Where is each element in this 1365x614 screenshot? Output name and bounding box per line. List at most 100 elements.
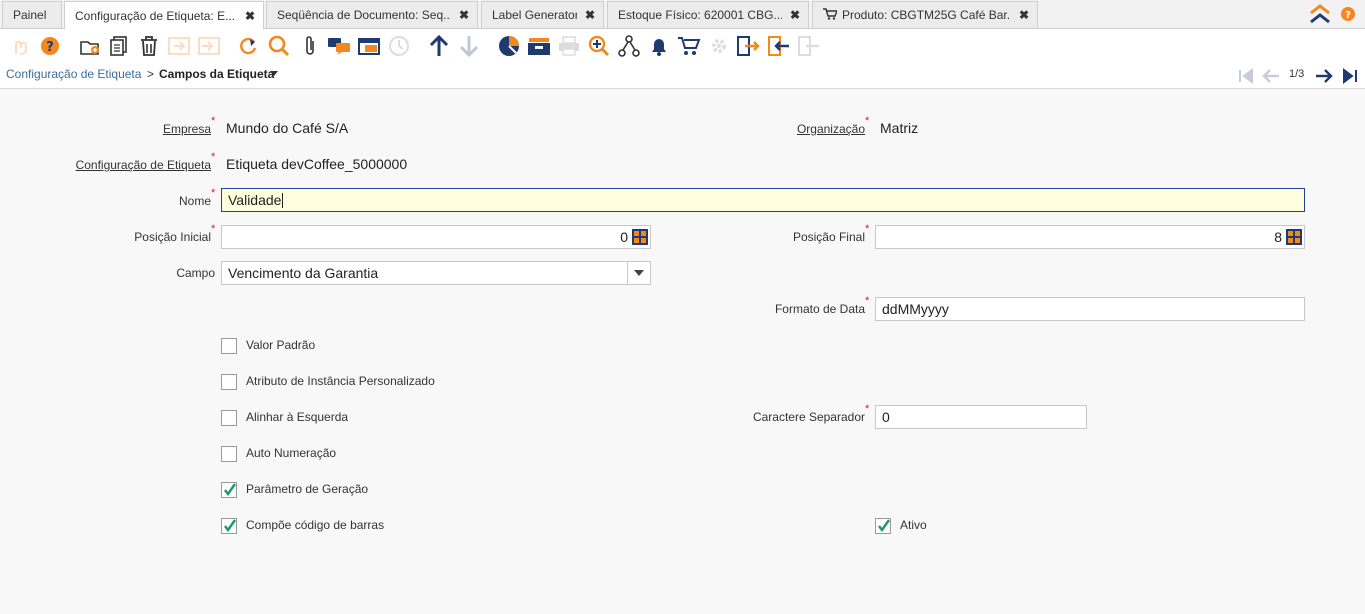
organizacao-label: Organização (796, 122, 865, 136)
valor-padrao-checkbox[interactable] (221, 338, 237, 354)
import-icon[interactable] (767, 34, 791, 58)
close-icon[interactable]: ✖ (459, 8, 469, 22)
required-marker: * (211, 187, 216, 199)
chevron-down-icon (634, 270, 644, 276)
first-record-icon[interactable] (1236, 66, 1256, 86)
svg-text:?: ? (1345, 10, 1351, 21)
help-icon[interactable]: ? (1341, 7, 1355, 24)
posicao-inicial-input[interactable]: 0 (221, 225, 651, 249)
posicao-inicial-input-text: 0 (620, 229, 628, 245)
parent-record-icon[interactable] (427, 34, 451, 58)
report-icon[interactable] (497, 34, 521, 58)
parametro-geracao-label: Parâmetro de Geração (246, 482, 369, 496)
empresa-value: Mundo do Café S/A (226, 120, 349, 136)
tab-label: Seqüência de Documento: Seq... (277, 8, 451, 22)
save-icon[interactable] (167, 34, 191, 58)
product-info-icon[interactable] (677, 34, 701, 58)
organizacao-value: Matriz (880, 120, 919, 136)
calculator-icon[interactable] (1286, 229, 1302, 245)
close-icon[interactable]: ✖ (245, 9, 255, 23)
close-icon[interactable]: ✖ (585, 8, 595, 22)
tab-label-generator[interactable]: Label Generator ✖ (481, 1, 604, 28)
refresh-icon[interactable] (237, 34, 261, 58)
breadcrumb-current: Campos da Etiqueta (159, 67, 275, 81)
atributo-instancia-checkbox[interactable] (221, 374, 237, 390)
nome-input[interactable]: Validade (221, 188, 1305, 212)
required-marker: * (211, 151, 216, 163)
compoe-codigo-label: Compõe código de barras (246, 518, 385, 532)
help-icon[interactable]: ? (38, 34, 62, 58)
breadcrumb-parent-link[interactable]: Configuração de Etiqueta (6, 67, 141, 81)
tab-painel[interactable]: Painel (2, 1, 62, 28)
collapse-up-icon[interactable] (1309, 4, 1331, 27)
parametro-geracao-checkbox[interactable] (221, 482, 237, 498)
campo-label: Campo (176, 266, 215, 280)
previous-record-icon[interactable] (1261, 66, 1281, 86)
delete-icon[interactable] (137, 34, 161, 58)
process-icon[interactable] (707, 34, 731, 58)
empresa-label: Empresa (162, 122, 211, 136)
header-actions: ? (1309, 4, 1355, 27)
workflow-icon[interactable] (617, 34, 641, 58)
checkmark-icon (224, 519, 236, 532)
campo-select[interactable]: Vencimento da Garantia (221, 261, 651, 285)
search-icon[interactable] (267, 34, 291, 58)
atributo-instancia-label: Atributo de Instância Personalizado (246, 374, 435, 388)
print-icon[interactable] (557, 34, 581, 58)
undo-icon[interactable] (8, 34, 32, 58)
required-marker: * (865, 115, 870, 127)
posicao-final-label: Posição Final (792, 230, 865, 244)
tab-sequencia-documento[interactable]: Seqüência de Documento: Seq... ✖ (266, 1, 478, 28)
checkmark-icon (878, 519, 890, 532)
breadcrumb: Configuração de Etiqueta > Campos da Eti… (0, 62, 1365, 89)
tab-produto[interactable]: Produto: CBGTM25G Café Bar... ✖ (812, 1, 1038, 28)
quick-form-icon[interactable] (797, 34, 821, 58)
posicao-final-input[interactable]: 8 (875, 225, 1305, 249)
next-record-icon[interactable] (1314, 66, 1334, 86)
grid-toggle-icon[interactable] (357, 34, 381, 58)
zoom-across-icon[interactable] (587, 34, 611, 58)
save-create-icon[interactable] (197, 34, 221, 58)
compoe-codigo-checkbox[interactable] (221, 518, 237, 534)
campo-selected-value: Vencimento da Garantia (228, 265, 379, 281)
tab-label: Produto: CBGTM25G Café Bar... (842, 8, 1011, 22)
copy-record-icon[interactable] (107, 34, 131, 58)
calculator-icon[interactable] (632, 229, 648, 245)
configuracao-etiqueta-value: Etiqueta devCoffee_5000000 (226, 156, 408, 172)
notification-icon[interactable] (647, 34, 671, 58)
close-icon[interactable]: ✖ (790, 8, 800, 22)
formato-data-input[interactable]: ddMMyyyy (875, 297, 1305, 321)
breadcrumb-separator: > (147, 67, 155, 81)
auto-numeracao-checkbox[interactable] (221, 446, 237, 462)
formato-data-input-text: ddMMyyyy (882, 301, 949, 317)
history-icon[interactable] (387, 34, 411, 58)
caractere-separador-input[interactable]: 0 (875, 405, 1087, 429)
archive-icon[interactable] (527, 34, 551, 58)
nome-label: Nome (178, 194, 211, 208)
chevron-down-icon[interactable] (270, 71, 278, 76)
tab-estoque-fisico[interactable]: Estoque Físico: 620001 CBG... ✖ (607, 1, 809, 28)
svg-text:?: ? (46, 40, 54, 55)
export-icon[interactable] (737, 34, 761, 58)
new-record-icon[interactable] (78, 34, 102, 58)
tab-configuracao-etiqueta[interactable]: Configuração de Etiqueta: E... ✖ (64, 1, 264, 29)
attachment-icon[interactable] (298, 34, 322, 58)
record-indicator: 1/3 (1289, 68, 1305, 80)
ativo-checkbox[interactable] (875, 518, 891, 534)
last-record-icon[interactable] (1340, 66, 1360, 86)
required-marker: * (211, 223, 216, 235)
detail-record-icon[interactable] (457, 34, 481, 58)
tab-label: Configuração de Etiqueta: E... (75, 8, 236, 23)
chat-icon[interactable] (327, 34, 351, 58)
close-icon[interactable]: ✖ (1019, 8, 1029, 22)
tab-label: Painel (13, 8, 47, 22)
toolbar: ? (0, 29, 1365, 62)
dropdown-toggle[interactable] (627, 262, 650, 284)
nome-input-text: Validade (228, 192, 282, 208)
tab-bar: Painel Configuração de Etiqueta: E... ✖ … (0, 0, 1365, 29)
caractere-separador-label: Caractere Separador (752, 410, 865, 424)
posicao-final-input-text: 8 (1274, 229, 1282, 245)
formato-data-label: Formato de Data (774, 302, 865, 316)
alinhar-esquerda-checkbox[interactable] (221, 410, 237, 426)
auto-numeracao-label: Auto Numeração (246, 446, 337, 460)
